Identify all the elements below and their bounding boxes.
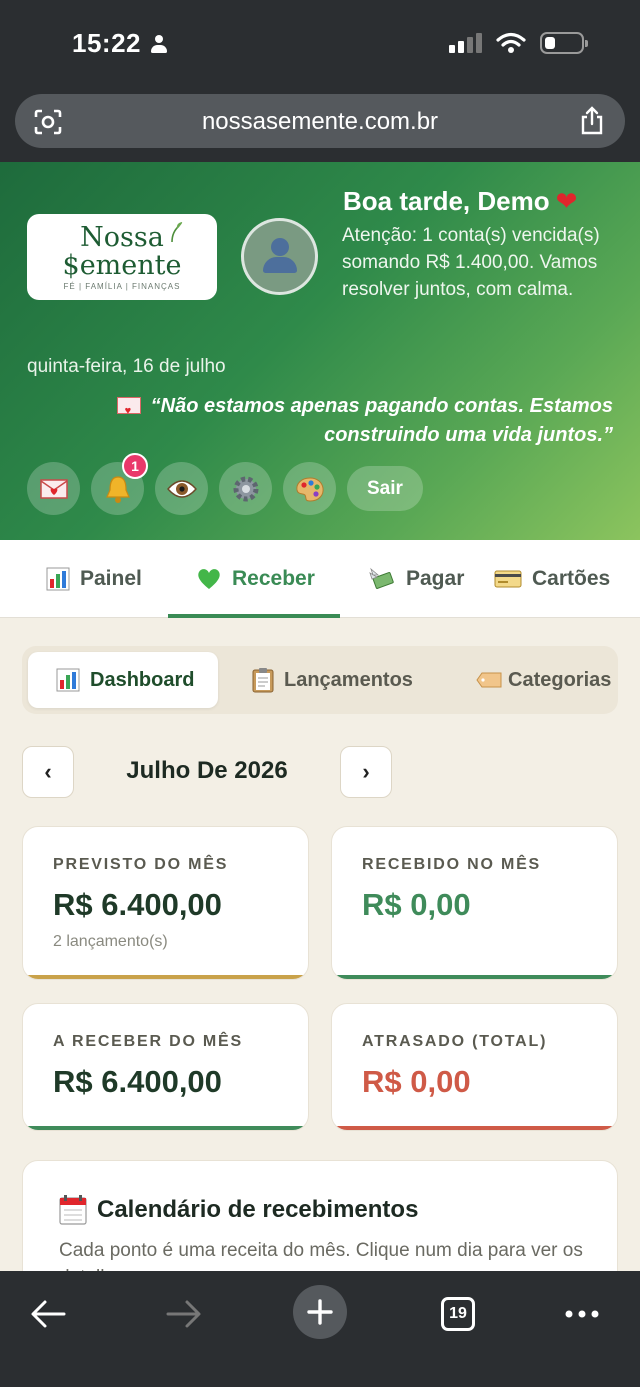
greeting-text: Boa tarde, Demo bbox=[343, 186, 550, 216]
theme-button[interactable] bbox=[283, 462, 336, 515]
month-title: Julho De 2026 bbox=[126, 757, 288, 784]
stat-accent-bar bbox=[23, 1126, 308, 1130]
clock-text: 15:22 bbox=[72, 28, 141, 58]
arrow-left-icon bbox=[31, 1300, 66, 1328]
overdue-alert: Atenção: 1 conta(s) vencida(s) somando R… bbox=[342, 225, 600, 300]
browser-toolbar: nossasemente.com.br bbox=[0, 90, 640, 162]
subtab-label: Dashboard bbox=[90, 668, 195, 691]
status-time: 15:22 bbox=[72, 28, 169, 59]
quote-text: “Não estamos apenas pagando contas. Esta… bbox=[150, 395, 613, 446]
sub-tabs: Dashboard Lançamentos Categorias bbox=[22, 646, 618, 714]
stat-label: RECEBIDO NO MÊS bbox=[362, 856, 542, 873]
motivational-quote: “Não estamos apenas pagando contas. Esta… bbox=[73, 392, 613, 450]
calendar-title-text: Calendário de recebimentos bbox=[97, 1196, 419, 1223]
privacy-toggle-button[interactable] bbox=[155, 462, 208, 515]
logo-text-top: Nossa bbox=[80, 222, 164, 253]
next-month-button[interactable]: › bbox=[340, 746, 392, 798]
logo-text-bottom: $emente bbox=[62, 250, 182, 281]
main-tabs: Painel Receber Pagar Cartões bbox=[0, 540, 640, 618]
tabs-overview-button[interactable]: 19 bbox=[438, 1289, 478, 1339]
stat-subtext: 2 lançamento(s) bbox=[53, 933, 168, 950]
stat-accent-bar bbox=[23, 975, 308, 979]
love-letter-icon bbox=[116, 397, 141, 426]
tag-icon bbox=[476, 672, 502, 688]
money-wings-icon bbox=[369, 567, 394, 589]
person-icon bbox=[149, 34, 169, 54]
cellular-signal-icon bbox=[449, 33, 482, 53]
status-icons bbox=[449, 32, 588, 54]
back-button[interactable] bbox=[26, 1289, 70, 1339]
new-tab-button[interactable] bbox=[293, 1285, 347, 1339]
url-text: nossasemente.com.br bbox=[201, 108, 439, 135]
stat-value: R$ 0,00 bbox=[362, 887, 471, 922]
tab-label: Receber bbox=[232, 567, 315, 590]
plus-icon bbox=[293, 1285, 347, 1339]
stat-card-recebido: RECEBIDO NO MÊS R$ 0,00 bbox=[331, 826, 618, 980]
stat-card-atrasado: ATRASADO (TOTAL) R$ 0,00 bbox=[331, 1003, 618, 1131]
tab-label: Pagar bbox=[406, 567, 465, 590]
tab-pagar[interactable]: Pagar bbox=[340, 540, 488, 618]
notifications-button[interactable]: 1 bbox=[91, 453, 148, 515]
subtab-dashboard[interactable]: Dashboard bbox=[28, 652, 218, 708]
notification-badge: 1 bbox=[122, 453, 148, 479]
stat-value: R$ 6.400,00 bbox=[53, 1064, 222, 1099]
brand-logo[interactable]: Nossa $emente FÉ | FAMÍLIA | FINANÇAS bbox=[27, 214, 217, 300]
calendar-icon bbox=[59, 1195, 87, 1225]
tabs-count-icon: 19 bbox=[441, 1297, 475, 1331]
stat-card-previsto: PREVISTO DO MÊS R$ 6.400,00 2 lançamento… bbox=[22, 826, 309, 980]
current-date: quinta-feira, 16 de julho bbox=[27, 356, 226, 377]
red-heart-icon: ❤ bbox=[555, 186, 578, 216]
stat-label: ATRASADO (TOTAL) bbox=[362, 1033, 548, 1050]
love-letter-icon bbox=[39, 478, 68, 499]
logo-tagline: FÉ | FAMÍLIA | FINANÇAS bbox=[63, 282, 181, 291]
avatar[interactable] bbox=[241, 218, 318, 295]
prev-month-button[interactable]: ‹ bbox=[22, 746, 74, 798]
messages-button[interactable] bbox=[27, 462, 80, 515]
arrow-right-icon bbox=[166, 1300, 201, 1328]
tab-label: Painel bbox=[80, 567, 142, 590]
status-bar: 15:22 bbox=[0, 0, 640, 90]
welcome-header: Nossa $emente FÉ | FAMÍLIA | FINANÇAS Bo… bbox=[0, 162, 640, 540]
bar-chart-icon bbox=[46, 567, 70, 591]
stat-value: R$ 6.400,00 bbox=[53, 887, 222, 922]
sprout-icon bbox=[171, 222, 183, 242]
logout-button[interactable]: Sair bbox=[347, 466, 423, 511]
tab-cartoes[interactable]: Cartões bbox=[488, 540, 640, 618]
tab-painel[interactable]: Painel bbox=[0, 540, 168, 618]
palette-icon bbox=[295, 476, 324, 502]
stat-value: R$ 0,00 bbox=[362, 1064, 471, 1099]
subtab-categorias[interactable]: Categorias bbox=[476, 652, 618, 708]
greeting-title: Boa tarde, Demo ❤ bbox=[343, 186, 577, 217]
battery-icon bbox=[540, 32, 588, 54]
stat-label: A RECEBER DO MÊS bbox=[53, 1033, 244, 1050]
tab-label: Cartões bbox=[532, 567, 611, 590]
browser-bottom-toolbar: 19 bbox=[0, 1271, 640, 1387]
avatar-head bbox=[271, 238, 289, 256]
stat-label: PREVISTO DO MÊS bbox=[53, 856, 229, 873]
more-menu-button[interactable] bbox=[562, 1289, 602, 1339]
bell-icon bbox=[105, 475, 130, 503]
address-bar[interactable]: nossasemente.com.br bbox=[15, 94, 625, 148]
wifi-icon bbox=[496, 32, 526, 53]
stat-card-a-receber: A RECEBER DO MÊS R$ 6.400,00 bbox=[22, 1003, 309, 1131]
subtab-label: Categorias bbox=[508, 668, 612, 691]
header-actions: 1 Sair bbox=[27, 453, 423, 515]
avatar-body bbox=[263, 257, 297, 273]
calendar-title: Calendário de recebimentos bbox=[59, 1195, 418, 1225]
settings-button[interactable] bbox=[219, 462, 272, 515]
clipboard-icon bbox=[252, 668, 274, 693]
bar-chart-icon bbox=[56, 668, 80, 692]
subtab-label: Lançamentos bbox=[284, 668, 413, 691]
gear-icon bbox=[233, 476, 258, 501]
eye-icon bbox=[166, 479, 197, 498]
forward-button[interactable] bbox=[162, 1289, 206, 1339]
stat-accent-bar bbox=[332, 1126, 617, 1130]
tab-receber[interactable]: Receber bbox=[168, 540, 340, 618]
share-icon[interactable] bbox=[579, 106, 605, 136]
credit-card-icon bbox=[494, 570, 522, 588]
subtab-lancamentos[interactable]: Lançamentos bbox=[252, 652, 452, 708]
green-heart-icon bbox=[198, 569, 220, 589]
more-dots-icon bbox=[565, 1310, 599, 1318]
stat-accent-bar bbox=[332, 975, 617, 979]
